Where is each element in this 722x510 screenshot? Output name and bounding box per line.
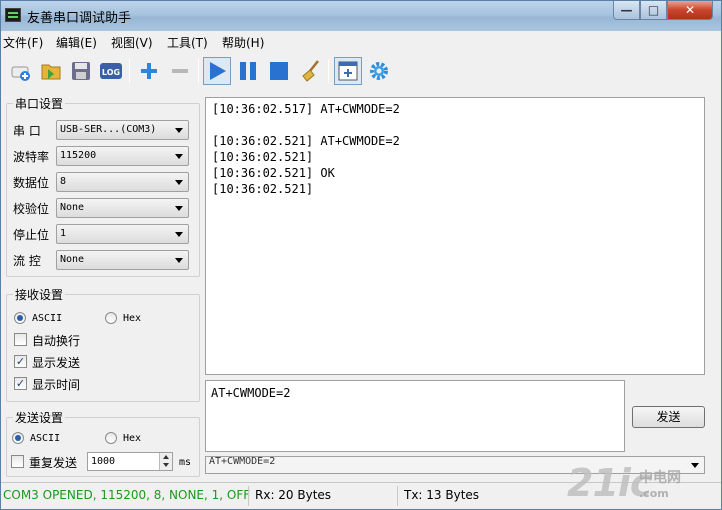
app-icon bbox=[5, 8, 21, 22]
stop-icon[interactable] bbox=[265, 57, 293, 85]
open-folder-icon[interactable] bbox=[37, 57, 65, 85]
interval-unit-label: ms bbox=[179, 457, 192, 468]
baud-label: 波特率 bbox=[13, 150, 50, 164]
serial-settings-title: 串口设置 bbox=[13, 95, 66, 112]
stopbits-select[interactable]: 1 bbox=[56, 224, 189, 244]
log-icon[interactable]: LOG bbox=[97, 57, 125, 85]
send-ascii-radio[interactable] bbox=[12, 432, 24, 444]
show-time-checkbox[interactable]: ✓ bbox=[14, 377, 27, 390]
close-button[interactable]: ✕ bbox=[667, 1, 713, 20]
send-settings-title: 发送设置 bbox=[13, 409, 66, 426]
send-text-input[interactable]: AT+CWMODE=2 bbox=[205, 380, 625, 452]
receive-hex-radio[interactable] bbox=[105, 312, 117, 324]
stopbits-label: 停止位 bbox=[13, 228, 50, 242]
minimize-button[interactable]: — bbox=[613, 1, 640, 20]
send-button[interactable]: 发送 bbox=[632, 406, 705, 428]
new-connection-icon[interactable] bbox=[7, 57, 35, 85]
send-hex-radio[interactable] bbox=[105, 432, 117, 444]
add-icon[interactable] bbox=[135, 57, 163, 85]
baud-select[interactable]: 115200 bbox=[56, 146, 189, 166]
rx-count-text: Rx: 20 Bytes bbox=[255, 488, 332, 502]
receive-ascii-label: ASCII bbox=[32, 313, 63, 324]
clear-broom-icon[interactable] bbox=[297, 57, 325, 85]
receive-line: [10:36:02.521] bbox=[212, 182, 314, 196]
repeat-send-label: 重复发送 bbox=[29, 456, 78, 470]
receive-line: [10:36:02.521] OK bbox=[212, 166, 335, 180]
tx-count-text: Tx: 13 Bytes bbox=[404, 488, 480, 502]
maximize-button[interactable]: □ bbox=[640, 1, 667, 20]
menu-tools[interactable]: 工具(T) bbox=[167, 34, 208, 51]
svg-text:LOG: LOG bbox=[102, 68, 120, 77]
menu-view[interactable]: 视图(V) bbox=[111, 34, 153, 51]
toolbar: LOG bbox=[1, 53, 721, 89]
settings-gear-icon[interactable] bbox=[365, 57, 393, 85]
parity-label: 校验位 bbox=[13, 202, 50, 216]
title-bar[interactable]: 友善串口调试助手 — □ ✕ bbox=[1, 1, 721, 31]
show-sent-label: 显示发送 bbox=[32, 356, 81, 370]
auto-newline-label: 自动换行 bbox=[32, 334, 81, 348]
show-time-label: 显示时间 bbox=[32, 378, 81, 392]
databits-label: 数据位 bbox=[13, 176, 50, 190]
new-window-icon[interactable] bbox=[334, 57, 362, 85]
pause-icon[interactable] bbox=[234, 57, 262, 85]
receive-line: [10:36:02.517] AT+CWMODE=2 bbox=[212, 102, 400, 116]
remove-icon[interactable] bbox=[166, 57, 194, 85]
receive-line: [10:36:02.521] bbox=[212, 150, 314, 164]
menu-bar: 文件(F) 编辑(E) 视图(V) 工具(T) 帮助(H) bbox=[1, 32, 721, 52]
menu-help[interactable]: 帮助(H) bbox=[222, 34, 264, 51]
save-icon[interactable] bbox=[67, 57, 95, 85]
databits-select[interactable]: 8 bbox=[56, 172, 189, 192]
send-hex-label: Hex bbox=[123, 433, 142, 444]
flow-label: 流 控 bbox=[13, 254, 41, 268]
port-select[interactable]: USB-SER...(COM3) bbox=[56, 120, 189, 140]
receive-ascii-radio[interactable] bbox=[14, 312, 26, 324]
menu-file[interactable]: 文件(F) bbox=[3, 34, 43, 51]
receive-text-area[interactable]: [10:36:02.517] AT+CWMODE=2 [10:36:02.521… bbox=[205, 97, 705, 375]
auto-newline-checkbox[interactable] bbox=[14, 333, 27, 346]
start-icon[interactable] bbox=[203, 57, 231, 85]
repeat-send-checkbox[interactable] bbox=[11, 455, 24, 468]
app-window: 友善串口调试助手 — □ ✕ 文件(F) 编辑(E) 视图(V) 工具(T) 帮… bbox=[0, 0, 722, 510]
flow-select[interactable]: None bbox=[56, 250, 189, 270]
parity-select[interactable]: None bbox=[56, 198, 189, 218]
menu-edit[interactable]: 编辑(E) bbox=[56, 34, 97, 51]
receive-line: [10:36:02.521] AT+CWMODE=2 bbox=[212, 134, 400, 148]
show-sent-checkbox[interactable]: ✓ bbox=[14, 355, 27, 368]
window-title: 友善串口调试助手 bbox=[27, 11, 132, 26]
send-ascii-label: ASCII bbox=[30, 433, 61, 444]
receive-settings-title: 接收设置 bbox=[13, 286, 66, 303]
port-label: 串 口 bbox=[13, 124, 41, 138]
repeat-interval-input[interactable]: 1000 bbox=[87, 452, 173, 471]
interval-spin-buttons[interactable] bbox=[159, 453, 172, 470]
receive-hex-label: Hex bbox=[123, 313, 142, 324]
watermark-logo: 21ic 中电网 .com bbox=[567, 461, 681, 505]
port-status-text: COM3 OPENED, 115200, 8, NONE, 1, OFF bbox=[3, 488, 251, 502]
